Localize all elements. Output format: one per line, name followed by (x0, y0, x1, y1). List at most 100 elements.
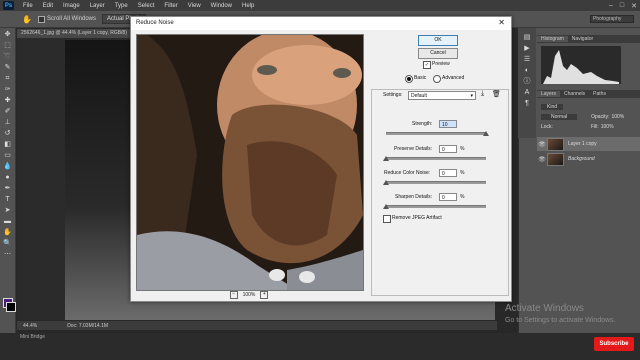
layer-row[interactable]: 👁 Background (537, 152, 640, 166)
move-tool-icon[interactable]: ✥ (2, 30, 14, 39)
paragraph-icon[interactable]: ¶ (521, 99, 533, 108)
bottom-bar (0, 333, 640, 360)
basic-radio[interactable] (405, 75, 413, 83)
background-color-swatch[interactable] (6, 302, 16, 312)
workspace-select[interactable]: Photography (590, 15, 634, 23)
eraser-tool-icon[interactable]: ◧ (2, 140, 14, 149)
layers-panel: Layers Channels Paths Kind Normal Opacit… (537, 90, 640, 180)
layer-thumbnail (547, 152, 564, 166)
tab-layers[interactable]: Layers (537, 91, 561, 97)
eye-icon[interactable]: 👁 (537, 156, 547, 163)
advanced-radio[interactable] (433, 75, 441, 83)
crop-tool-icon[interactable]: ⌗ (2, 74, 14, 83)
menu-file[interactable]: File (18, 3, 38, 9)
history-icon[interactable]: ▤ (521, 33, 533, 42)
preserve-details-label: Preserve Details: (394, 146, 433, 152)
preview-zoom-controls: − 100% + (136, 290, 362, 299)
subscribe-button[interactable]: Subscribe (594, 337, 634, 351)
strength-slider-thumb[interactable] (483, 131, 489, 136)
fill-label: Fill: (590, 124, 599, 130)
save-settings-icon[interactable]: ⤓ (481, 90, 484, 98)
sharpen-details-input[interactable]: 0 (439, 193, 457, 201)
menu-window[interactable]: Window (206, 3, 237, 9)
zoom-level[interactable]: 44.4% (23, 323, 37, 329)
sharpen-details-slider[interactable] (386, 205, 486, 208)
settings-select[interactable]: Default ▾ (408, 91, 476, 100)
gradient-tool-icon[interactable]: ▭ (2, 151, 14, 160)
maximize-button[interactable]: □ (620, 2, 624, 9)
eye-icon[interactable]: 👁 (537, 141, 547, 148)
adjustments-icon[interactable]: ◐ (521, 66, 533, 75)
healing-tool-icon[interactable]: ✚ (2, 96, 14, 105)
dodge-tool-icon[interactable]: ● (2, 173, 14, 182)
actions-icon[interactable]: ▶ (521, 44, 533, 53)
properties-icon[interactable]: ☰ (521, 55, 533, 64)
preserve-details-slider[interactable] (386, 157, 486, 160)
mini-bridge-tab[interactable]: Mini Bridge (20, 333, 45, 341)
preserve-details-slider-thumb[interactable] (383, 156, 389, 161)
sharpen-details-label: Sharpen Details: (395, 194, 432, 200)
chevron-down-icon: ▾ (470, 93, 473, 99)
pen-tool-icon[interactable]: ✒ (2, 184, 14, 193)
strength-input[interactable]: 10 (439, 120, 457, 128)
menu-help[interactable]: Help (237, 3, 259, 9)
delete-settings-icon[interactable]: 🗑 (492, 90, 501, 98)
zoom-tool-icon[interactable]: 🔍 (2, 239, 14, 248)
lock-label: Lock: (541, 124, 553, 130)
lasso-tool-icon[interactable]: ➰ (2, 52, 14, 61)
cancel-button[interactable]: Cancel (418, 48, 458, 59)
menu-select[interactable]: Select (133, 3, 160, 9)
menu-edit[interactable]: Edit (38, 3, 58, 9)
reduce-color-noise-slider-thumb[interactable] (383, 180, 389, 185)
zoom-out-button[interactable]: − (229, 290, 238, 299)
menu-view[interactable]: View (183, 3, 206, 9)
minimize-button[interactable]: – (609, 2, 613, 9)
histogram-graph (541, 46, 621, 84)
history-brush-icon[interactable]: ↺ (2, 129, 14, 138)
type-tool-icon[interactable]: T (2, 195, 14, 204)
brush-tool-icon[interactable]: ✐ (2, 107, 14, 116)
sharpen-details-slider-thumb[interactable] (383, 204, 389, 209)
settings-label: Settings: (383, 92, 403, 98)
preserve-details-input[interactable]: 0 (439, 145, 457, 153)
fill-value[interactable]: 100% (601, 124, 614, 130)
tab-histogram[interactable]: Histogram (537, 36, 568, 42)
quick-select-tool-icon[interactable]: ✎ (2, 63, 14, 72)
tab-navigator[interactable]: Navigator (568, 36, 597, 42)
zoom-in-button[interactable]: + (260, 290, 269, 299)
hand-tool-icon[interactable]: ✋ (2, 228, 14, 237)
reduce-color-noise-slider[interactable] (386, 181, 486, 184)
layer-name: Background (568, 156, 595, 162)
percent-label: % (460, 194, 465, 200)
preview-image[interactable] (136, 34, 364, 291)
menu-filter[interactable]: Filter (159, 3, 182, 9)
menu-type[interactable]: Type (110, 3, 133, 9)
basic-label: Basic (414, 75, 427, 81)
menu-layer[interactable]: Layer (85, 3, 110, 9)
strength-label: Strength: (412, 121, 433, 127)
layer-row[interactable]: 👁 Layer 1 copy (537, 137, 640, 151)
status-bar: 44.4% Doc: 7.03M/14.1M (17, 321, 497, 330)
eyedropper-tool-icon[interactable]: ✑ (2, 85, 14, 94)
path-select-icon[interactable]: ➤ (2, 206, 14, 215)
scroll-all-checkbox[interactable] (37, 15, 45, 23)
shape-tool-icon[interactable]: ▬ (2, 217, 14, 226)
more-tools-icon[interactable]: ⋯ (2, 250, 14, 259)
ok-button[interactable]: OK (418, 35, 458, 46)
close-icon[interactable]: ✕ (498, 18, 505, 27)
close-window-button[interactable]: ✕ (631, 2, 637, 10)
photoshop-logo: Ps (3, 1, 14, 10)
character-icon[interactable]: A (521, 88, 533, 97)
blur-tool-icon[interactable]: 💧 (2, 162, 14, 171)
info-icon[interactable]: ⓘ (521, 77, 533, 86)
document-tab[interactable]: 2562646_1.jpg @ 44.4% (Layer 1 copy, RGB… (17, 29, 147, 38)
strength-slider[interactable] (386, 132, 486, 135)
stamp-tool-icon[interactable]: ⊥ (2, 118, 14, 127)
menu-image[interactable]: Image (58, 3, 85, 9)
tab-channels[interactable]: Channels (560, 91, 589, 97)
reduce-color-noise-input[interactable]: 0 (439, 169, 457, 177)
preview-checkbox[interactable]: ✓ (423, 61, 431, 69)
tab-paths[interactable]: Paths (589, 91, 610, 97)
marquee-tool-icon[interactable]: ⬚ (2, 41, 14, 50)
remove-jpeg-artifact-checkbox[interactable] (383, 215, 391, 223)
